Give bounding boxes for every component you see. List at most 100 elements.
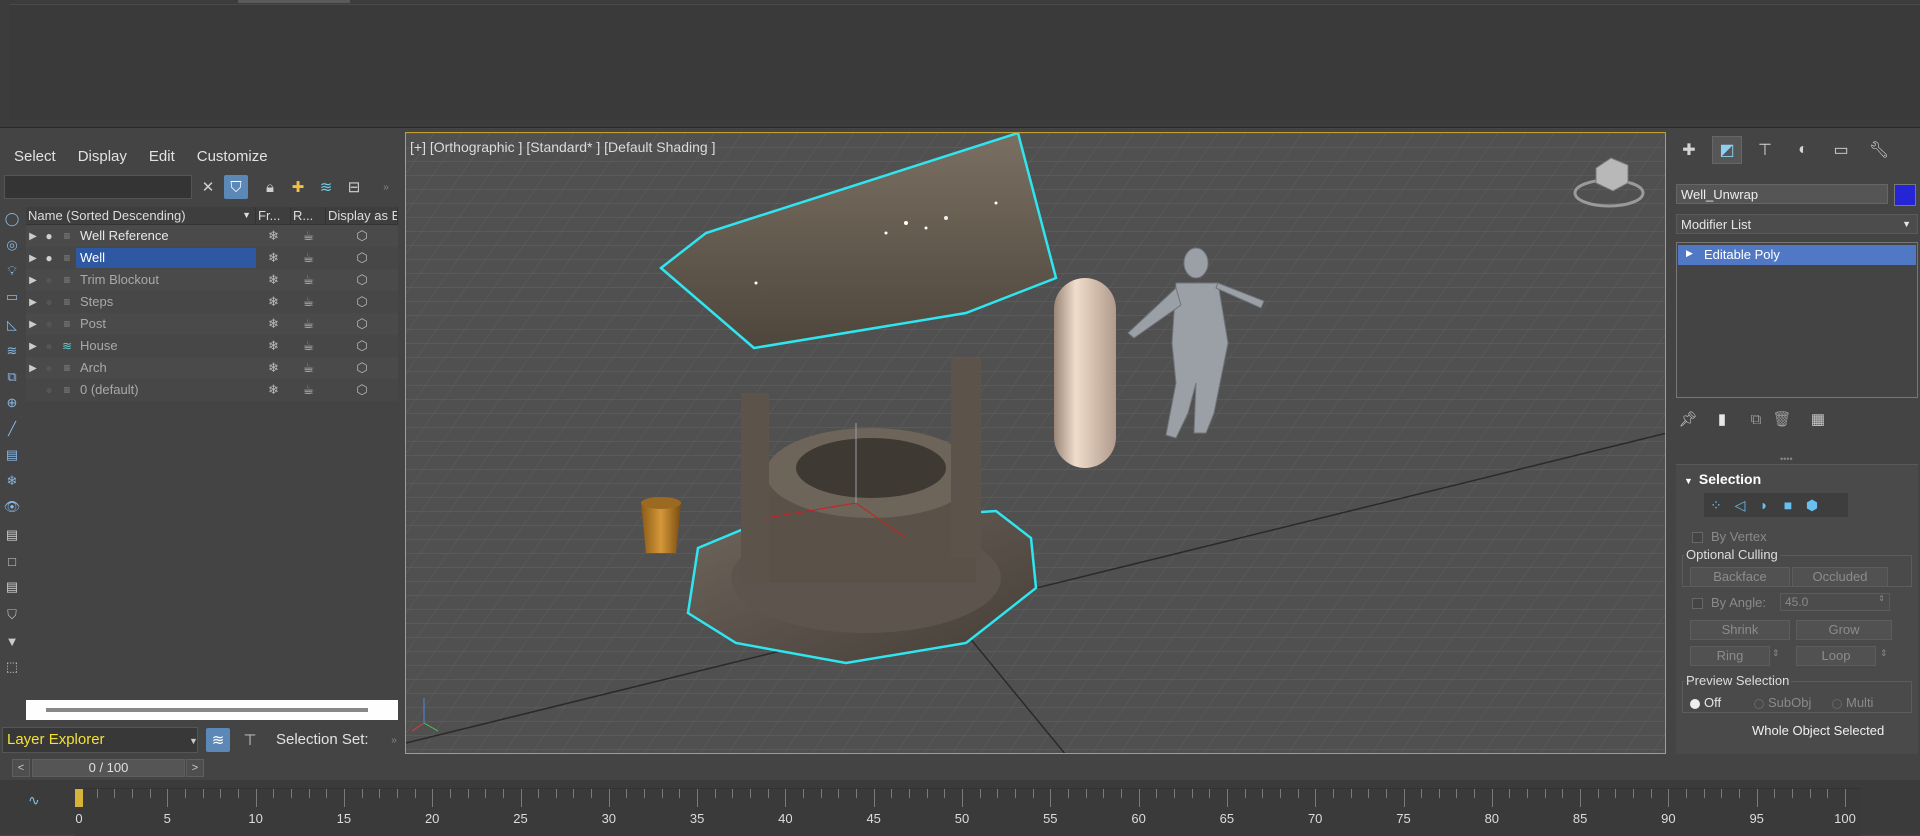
sort-by-layer-icon[interactable]: ≋ [206,728,230,752]
display-tab-icon[interactable]: ▭ [1826,136,1856,164]
eye-hidden-icon[interactable]: ● [40,273,58,287]
filter-toggle-icon[interactable]: ▼ [2,631,22,651]
border-icon[interactable]: ◗ [1752,495,1776,515]
pin-stack-icon[interactable]: 📌︎ [1676,407,1700,431]
expand-arrow-icon[interactable]: ▶ [26,319,40,330]
eye-hidden-icon[interactable]: ● [40,383,58,397]
menu-customize[interactable]: Customize [183,145,276,167]
mini-curve-editor-icon[interactable]: ∿ [28,792,40,809]
render-teapot-icon[interactable]: ☕︎ [291,294,326,310]
render-teapot-icon[interactable]: ☕︎ [291,338,326,354]
layer-name[interactable]: Post [76,314,256,334]
backface-button[interactable]: Backface [1690,567,1790,587]
shapes-filter-icon[interactable]: ◎ [2,235,22,255]
occluded-button[interactable]: Occluded [1792,567,1888,587]
modify-tab-icon[interactable]: ◩ [1712,136,1742,164]
menu-edit[interactable]: Edit [135,145,183,167]
display-box-icon[interactable]: ⬡ [326,294,398,310]
layer-name[interactable]: Trim Blockout [76,270,256,290]
expand-arrow-icon[interactable]: ▶ [26,231,40,242]
layer-name[interactable]: 0 (default) [76,380,256,400]
configure-modifier-sets-icon[interactable]: ▦ [1806,407,1830,431]
loop-button[interactable]: Loop [1796,646,1876,666]
expand-arrow-icon[interactable]: ▶ [26,363,40,374]
show-end-result-icon[interactable]: ▮ [1710,407,1734,431]
expand-arrow-icon[interactable]: ▶ [1686,248,1693,259]
layer-name[interactable]: Well [76,248,256,268]
expand-icon[interactable]: » [382,728,406,752]
freeze-icon[interactable]: ❄ [256,272,291,288]
motion-tab-icon[interactable]: ◐ [1788,136,1818,164]
layer-name[interactable]: Steps [76,292,256,312]
cameras-filter-icon[interactable]: ▭ [2,287,22,307]
by-vertex-checkbox[interactable]: By Vertex [1692,529,1767,544]
geometry-filter-icon[interactable]: ◯ [2,209,22,229]
preview-subobj-radio[interactable]: SubObj [1754,695,1811,710]
display-box-icon[interactable]: ⬡ [326,382,398,398]
spacewarps-filter-icon[interactable]: ≋ [2,341,22,361]
utilities-tab-icon[interactable]: 🔧︎ [1864,136,1894,164]
trackbar-area[interactable]: 0 5 10 15 20 25 30 35 40 45 50 55 60 65 70 75 80 85 90 95 10… [75,788,1860,836]
render-teapot-icon[interactable]: ☕︎ [291,316,326,332]
eye-icon[interactable]: ● [40,251,58,265]
render-teapot-icon[interactable]: ☕︎ [291,250,326,266]
create-tab-icon[interactable]: ✚ [1674,136,1704,164]
vertex-icon[interactable]: ⁘ [1704,495,1728,515]
freeze-icon[interactable]: ❄ [256,250,291,266]
layer-row[interactable]: ▶ ● ≡ Arch ❄ ☕︎ ⬡ [26,357,398,379]
display-none-icon[interactable]: □ [2,551,22,571]
column-freeze[interactable]: Fr... [256,207,291,224]
layer-name[interactable]: House [76,336,256,356]
containers-filter-icon[interactable]: ▤ [2,445,22,465]
display-box-icon[interactable]: ⬡ [326,338,398,354]
layer-row[interactable]: ● ≡ 0 (default) ❄ ☕︎ ⬡ [26,379,398,401]
polygon-icon[interactable]: ■ [1776,495,1800,515]
display-box-icon[interactable]: ⬡ [326,250,398,266]
helpers-filter-icon[interactable]: ◺ [2,315,22,335]
horizontal-scrollbar[interactable] [26,700,398,720]
clear-search-icon[interactable]: ✕ [196,175,220,199]
groups-filter-icon[interactable]: ⧉ [2,367,22,387]
grow-button[interactable]: Grow [1796,620,1892,640]
expand-arrow-icon[interactable]: ▶ [26,275,40,286]
ring-button[interactable]: Ring [1690,646,1770,666]
layer-row[interactable]: ▶ ● ≡ Steps ❄ ☕︎ ⬡ [26,291,398,313]
expand-arrow-icon[interactable]: ▶ [26,297,40,308]
next-frame-button[interactable]: > [186,759,204,777]
hierarchy-tab-icon[interactable]: ⊤ [1750,136,1780,164]
element-icon[interactable]: ⬢ [1800,495,1824,515]
selection-filter-icon[interactable]: ⬚ [2,657,22,677]
layer-row[interactable]: ▶ ● ≋ House ❄ ☕︎ ⬡ [26,335,398,357]
bucket-model[interactable] [641,497,681,553]
layer-row[interactable]: ▶ ● ≡ Well ❄ ☕︎ ⬡ [26,247,398,269]
freeze-icon[interactable]: ❄ [256,294,291,310]
hidden-filter-icon[interactable]: 👁︎ [2,497,22,517]
freeze-icon[interactable]: ❄ [256,228,291,244]
edge-icon[interactable]: ◁ [1728,495,1752,515]
layers-icon[interactable]: ≋ [314,175,338,199]
current-frame-marker[interactable] [75,789,83,807]
render-teapot-icon[interactable]: ☕︎ [291,272,326,288]
object-color-swatch[interactable] [1894,184,1916,206]
display-box-icon[interactable]: ⬡ [326,360,398,376]
spinner-arrows-icon[interactable]: ⇕ [1878,594,1885,603]
layer-row[interactable]: ▶ ● ≡ Post ❄ ☕︎ ⬡ [26,313,398,335]
layer-name[interactable]: Well Reference [76,226,256,246]
object-name-field[interactable]: Well_Unwrap [1676,184,1888,204]
render-teapot-icon[interactable]: ☕︎ [291,382,326,398]
bones-filter-icon[interactable]: ╱ [2,419,22,439]
display-all-icon[interactable]: ▤ [2,525,22,545]
new-layer-icon[interactable]: ✚ [286,175,310,199]
modifier-list-dropdown[interactable]: Modifier List ▼ [1676,214,1918,234]
selection-rollout-title[interactable]: ▼ Selection [1684,471,1761,487]
render-teapot-icon[interactable]: ☕︎ [291,360,326,376]
layer-name[interactable]: Arch [76,358,256,378]
freeze-icon[interactable]: ❄ [256,360,291,376]
expand-icon[interactable]: » [374,175,398,199]
layer-row[interactable]: ▶ ● ≡ Well Reference ❄ ☕︎ ⬡ [26,225,398,247]
sort-by-hierarchy-icon[interactable]: ⊤ [238,728,262,752]
ribbon-tab[interactable] [238,0,350,3]
display-box-icon[interactable]: ⬡ [326,228,398,244]
eye-hidden-icon[interactable]: ● [40,295,58,309]
display-box-icon[interactable]: ⬡ [326,316,398,332]
